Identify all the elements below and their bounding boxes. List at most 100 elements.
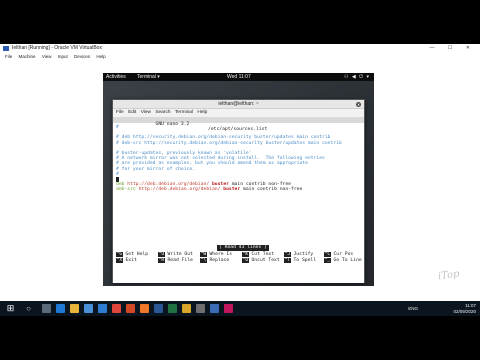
shortcut-item[interactable]: ^G Get Help — [116, 252, 148, 257]
shortcut-item[interactable]: ^C Cur Pos — [324, 252, 353, 257]
window-controls[interactable]: — ☐ ✕ — [430, 44, 476, 53]
term-menu-search[interactable]: Search — [155, 110, 170, 115]
vb-menu-machine[interactable]: Machine — [19, 54, 36, 59]
file-explorer-icon[interactable] — [70, 304, 79, 313]
vb-menu-devices[interactable]: Devices — [74, 54, 90, 59]
nano-header: GNU nano 3.2 /etc/apt/sources.list — [113, 117, 364, 132]
shortcut-label: Justify — [293, 252, 314, 257]
comment-text: # deb-src http://security.debian.org/deb… — [116, 140, 342, 146]
virtualbox-icon[interactable] — [210, 304, 219, 313]
desktop-background: ielthan@ielthan: ~ ✕ File Edit View Sear… — [103, 81, 374, 286]
nano-editor[interactable]: GNU nano 3.2 /etc/apt/sources.list # # de… — [113, 117, 364, 283]
chrome-icon[interactable] — [112, 304, 121, 313]
gnome-topbar: Activities Terminal ▾ Wed 11:07 ⚇ ◀ ⏻ ▾ — [103, 73, 374, 81]
shortcut-key: ^C — [324, 252, 331, 257]
system-clock[interactable]: 11:07 02/09/2020 — [453, 303, 476, 314]
nano-shortcuts: ^G Get Help ^O Write Out ^W Where Is ^K Cut… — [116, 252, 362, 264]
app-icon[interactable] — [224, 304, 233, 313]
search-icon[interactable]: ○ — [24, 304, 33, 313]
nano-status: [ Read 43 lines ] — [217, 245, 269, 251]
terminal-title: ielthan@ielthan: ~ — [218, 101, 259, 107]
shortcut-key: ^U — [242, 258, 249, 263]
shortcut-item[interactable]: ^X Exit — [116, 258, 137, 263]
shortcut-label: Replace — [209, 258, 230, 263]
firefox-icon[interactable] — [140, 304, 149, 313]
shortcut-item[interactable]: ^T To Spell — [284, 258, 316, 263]
activities-button[interactable]: Activities — [106, 73, 126, 81]
shortcut-key: ^R — [158, 258, 165, 263]
language-indicator[interactable]: ENG — [408, 306, 418, 311]
shortcut-key: ^J — [284, 252, 291, 257]
store-icon[interactable] — [84, 304, 93, 313]
repo-keyword: deb-src — [116, 187, 136, 193]
windows-taskbar: ⊞ ○ ENG 11:07 02/09/2020 — [0, 301, 480, 316]
shortcut-label: Read File — [167, 258, 193, 263]
clock[interactable]: Wed 11:07 — [227, 73, 251, 81]
shortcut-item[interactable]: ^J Justify — [284, 252, 313, 257]
vb-menu-input[interactable]: Input — [58, 54, 68, 59]
screenshot: Ielthan [Running] - Oracle VM VirtualBox… — [0, 44, 480, 316]
app-menu[interactable]: Terminal ▾ — [137, 73, 160, 81]
virtualbox-menubar: File Machine View Input Devices Help — [0, 53, 480, 61]
nano-text-area[interactable]: # # deb http://security.debian.org/debian… — [116, 125, 362, 192]
term-menu-help[interactable]: Help — [197, 110, 207, 115]
shortcut-item[interactable]: ^U Uncut Text — [242, 258, 280, 263]
shortcut-key: ^T — [284, 258, 291, 263]
task-view-icon[interactable] — [42, 304, 51, 313]
term-menu-file[interactable]: File — [116, 110, 124, 115]
virtualbox-titlebar: Ielthan [Running] - Oracle VM VirtualBox… — [0, 44, 480, 53]
vb-menu-help[interactable]: Help — [96, 54, 105, 59]
chrome-icon-2[interactable] — [182, 304, 191, 313]
shortcut-label: Write Out — [167, 252, 193, 257]
virtualbox-title: Ielthan [Running] - Oracle VM VirtualBox — [12, 45, 102, 51]
editor-line: deb-src http://deb.debian.org/debian/ bu… — [116, 187, 362, 192]
powerpoint-icon[interactable] — [126, 304, 135, 313]
editor-line: # deb-src http://security.debian.org/deb… — [116, 141, 362, 146]
shortcut-label: Get Help — [125, 252, 149, 257]
vm-display: Activities Terminal ▾ Wed 11:07 ⚇ ◀ ⏻ ▾ … — [0, 61, 480, 301]
status-menu[interactable]: ⚇ ◀ ⏻ ▾ — [344, 73, 370, 81]
clock-date: 02/09/2020 — [453, 308, 476, 314]
term-menu-terminal[interactable]: Terminal — [175, 110, 193, 115]
terminal-menubar: File Edit View Search Terminal Help — [113, 109, 364, 117]
repo-suite: buster — [223, 187, 241, 193]
shortcut-key: ^O — [158, 252, 165, 257]
shortcut-label: To Spell — [293, 258, 317, 263]
virtualbox-icon — [3, 46, 9, 51]
shortcut-key: ^\ — [200, 258, 207, 263]
comment-text: # — [116, 125, 119, 130]
shortcut-key: ^X — [116, 258, 123, 263]
shortcut-label: Exit — [125, 258, 137, 263]
vb-menu-file[interactable]: File — [5, 54, 12, 59]
shortcut-label: Go To Line — [333, 258, 362, 263]
shortcut-item[interactable]: ^_ Go To Line — [324, 258, 362, 263]
repo-url: http://deb.debian.org/debian/ — [138, 187, 221, 193]
mail-icon[interactable] — [98, 304, 107, 313]
edge-icon[interactable] — [56, 304, 65, 313]
excel-icon[interactable] — [168, 304, 177, 313]
terminal-window: ielthan@ielthan: ~ ✕ File Edit View Sear… — [112, 99, 365, 283]
word-icon[interactable] — [154, 304, 163, 313]
shortcut-key: ^G — [116, 252, 123, 257]
comment-text: # for your mirror of choice. — [116, 166, 196, 172]
term-menu-edit[interactable]: Edit — [128, 110, 136, 115]
shortcut-label: Cur Pos — [333, 252, 354, 257]
shortcut-label: Where Is — [209, 252, 233, 257]
term-menu-view[interactable]: View — [141, 110, 151, 115]
shortcut-key: ^_ — [324, 258, 331, 263]
shortcut-item[interactable]: ^W Where Is — [200, 252, 232, 257]
close-icon[interactable]: ✕ — [356, 102, 361, 107]
vb-menu-view[interactable]: View — [42, 54, 52, 59]
repo-components: main contrib non-free — [243, 187, 303, 193]
shortcut-item[interactable]: ^R Read File — [158, 258, 193, 263]
terminal-titlebar: ielthan@ielthan: ~ ✕ — [113, 100, 364, 109]
shortcut-key: ^W — [200, 252, 207, 257]
windows-start-icon[interactable]: ⊞ — [6, 304, 15, 313]
settings-icon[interactable] — [196, 304, 205, 313]
shortcut-label: Uncut Text — [251, 258, 280, 263]
shortcut-key: ^K — [242, 252, 249, 257]
shortcut-item[interactable]: ^K Cut Text — [242, 252, 274, 257]
shortcut-item[interactable]: ^\ Replace — [200, 258, 229, 263]
shortcut-item[interactable]: ^O Write Out — [158, 252, 193, 257]
shortcut-row: ^X Exit ^R Read File ^\ Replace ^U Uncut Te… — [116, 258, 362, 264]
